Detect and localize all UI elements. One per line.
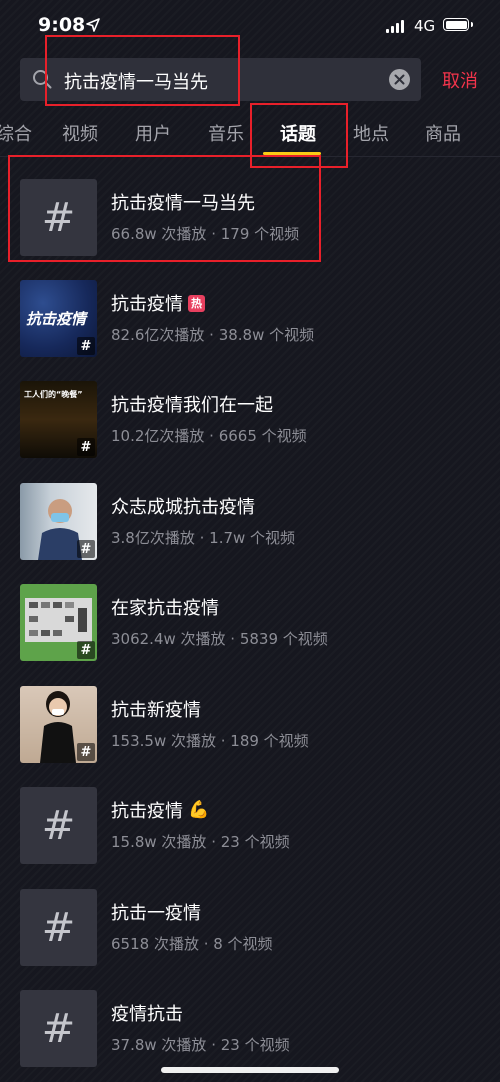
network-type: 4G: [414, 17, 436, 35]
topic-stats: 10.2亿次播放 · 6665 个视频: [111, 427, 307, 445]
topic-title: 在家抗击疫情: [111, 598, 219, 619]
tab-locations[interactable]: 地点: [353, 120, 389, 146]
topic-item[interactable]: 工人们的“晚餐” # 抗击疫情我们在一起 10.2亿次播放 · 6665 个视频: [0, 381, 500, 481]
topic-item[interactable]: # 众志成城抗击疫情 3.8亿次播放 · 1.7w 个视频: [0, 483, 500, 583]
hashtag-icon: #: [77, 641, 95, 659]
topic-thumbnail: 工人们的“晚餐” #: [20, 381, 97, 458]
hot-badge: 热: [188, 294, 205, 312]
topic-title: 疫情抗击: [111, 1004, 183, 1025]
hashtag-icon: #: [41, 1005, 76, 1052]
topic-title: 抗击一疫情: [111, 903, 201, 924]
battery-icon: [443, 18, 473, 31]
topic-title: 抗击疫情我们在一起: [111, 395, 273, 416]
topic-stats: 3062.4w 次播放 · 5839 个视频: [111, 630, 328, 648]
topic-title: 众志成城抗击疫情: [111, 497, 255, 518]
screen: 9:08 4G 抗击疫情一马当先 取消 综合 视频 用户 音乐 话题 地点 商品…: [0, 0, 500, 1082]
signal-icon: [386, 19, 404, 33]
topic-thumbnail: #: [20, 787, 97, 864]
annotation-box-first-result: [8, 155, 321, 262]
tab-users[interactable]: 用户: [135, 120, 171, 146]
topic-thumbnail: #: [20, 584, 97, 661]
tab-music[interactable]: 音乐: [208, 120, 244, 146]
topic-title: 抗击疫情 热: [111, 290, 205, 316]
tab-videos[interactable]: 视频: [62, 120, 98, 146]
thumbnail-caption: 抗击疫情: [26, 310, 87, 328]
topic-stats: 82.6亿次播放 · 38.8w 个视频: [111, 326, 315, 344]
thumbnail-caption: 工人们的“晚餐”: [24, 390, 83, 399]
topic-thumbnail: #: [20, 483, 97, 560]
tab-products[interactable]: 商品: [425, 120, 461, 146]
topic-title: 抗击疫情 💪: [111, 800, 210, 822]
topic-stats: 6518 次播放 · 8 个视频: [111, 935, 273, 953]
tab-comprehensive[interactable]: 综合: [0, 120, 32, 146]
topic-stats: 3.8亿次播放 · 1.7w 个视频: [111, 529, 296, 547]
hashtag-icon: #: [41, 802, 76, 849]
topic-stats: 153.5w 次播放 · 189 个视频: [111, 732, 309, 750]
clear-icon[interactable]: [389, 69, 410, 90]
topic-thumbnail: #: [20, 990, 97, 1067]
status-time: 9:08: [38, 14, 86, 36]
cancel-button[interactable]: 取消: [442, 67, 478, 93]
hashtag-icon: #: [77, 540, 95, 558]
topic-item[interactable]: 抗击疫情 # 抗击疫情 热 82.6亿次播放 · 38.8w 个视频: [0, 280, 500, 380]
hashtag-icon: #: [77, 337, 95, 355]
topic-item[interactable]: # 抗击一疫情 6518 次播放 · 8 个视频: [0, 889, 500, 989]
flexed-biceps-emoji: 💪: [188, 800, 210, 820]
location-arrow-icon: [86, 18, 100, 32]
topic-thumbnail: 抗击疫情 #: [20, 280, 97, 357]
topic-title: 抗击新疫情: [111, 700, 201, 721]
hashtag-icon: #: [77, 743, 95, 761]
topic-item[interactable]: # 抗击疫情 💪 15.8w 次播放 · 23 个视频: [0, 787, 500, 887]
parking-lot-image: [25, 598, 92, 642]
topic-thumbnail: #: [20, 686, 97, 763]
hashtag-icon: #: [41, 904, 76, 951]
topic-item[interactable]: # 抗击新疫情 153.5w 次播放 · 189 个视频: [0, 686, 500, 786]
home-indicator[interactable]: [161, 1067, 339, 1073]
annotation-box-search: [45, 35, 240, 106]
topic-stats: 37.8w 次播放 · 23 个视频: [111, 1036, 290, 1054]
topic-thumbnail: #: [20, 889, 97, 966]
topic-stats: 15.8w 次播放 · 23 个视频: [111, 833, 290, 851]
topic-item[interactable]: # 在家抗击疫情 3062.4w 次播放 · 5839 个视频: [0, 584, 500, 684]
hashtag-icon: #: [77, 438, 95, 456]
